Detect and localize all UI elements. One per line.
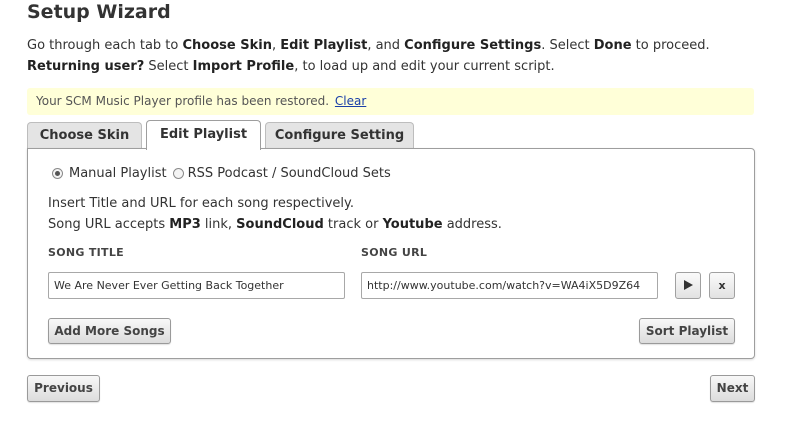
restore-notice: Your SCM Music Player profile has been r… — [27, 88, 754, 115]
song-title-input[interactable]: We Are Never Ever Getting Back Together — [48, 272, 345, 299]
tab-configure-setting[interactable]: Configure Setting — [265, 122, 414, 149]
manual-playlist-radio[interactable] — [52, 168, 63, 179]
sort-playlist-button[interactable]: Sort Playlist — [639, 318, 735, 344]
edit-playlist-panel: Manual Playlist RSS Podcast / SoundCloud … — [27, 148, 755, 359]
clear-link[interactable]: Clear — [335, 94, 366, 108]
intro-text: Go through each tab to Choose Skin, Edit… — [27, 35, 767, 77]
rss-podcast-radio[interactable] — [172, 168, 184, 179]
remove-song-button[interactable]: x — [709, 272, 735, 299]
previous-button[interactable]: Previous — [27, 375, 100, 402]
tab-edit-playlist[interactable]: Edit Playlist — [146, 120, 261, 150]
rss-podcast-label[interactable]: RSS Podcast / SoundCloud Sets — [188, 166, 391, 181]
help-line-1: Insert Title and URL for each song respe… — [48, 196, 354, 211]
playlist-type-selector: Manual Playlist RSS Podcast / SoundCloud … — [52, 166, 397, 181]
intro-line-2: Returning user? Select Import Profile, t… — [27, 59, 555, 74]
song-title-header: SONG TITLE — [48, 246, 124, 259]
intro-line-1: Go through each tab to Choose Skin, Edit… — [27, 38, 710, 53]
play-song-button[interactable] — [675, 272, 701, 299]
tab-choose-skin[interactable]: Choose Skin — [27, 122, 142, 149]
help-line-2: Song URL accepts MP3 link, SoundCloud tr… — [48, 217, 502, 232]
page-title: Setup Wizard — [27, 1, 171, 23]
play-icon — [683, 280, 693, 290]
next-button[interactable]: Next — [710, 375, 755, 402]
song-url-header: SONG URL — [361, 246, 428, 259]
notice-text: Your SCM Music Player profile has been r… — [36, 94, 330, 108]
manual-playlist-label[interactable]: Manual Playlist — [69, 166, 167, 181]
playlist-help-text: Insert Title and URL for each song respe… — [48, 193, 502, 235]
song-url-input[interactable]: http://www.youtube.com/watch?v=WA4iX5D9Z… — [361, 272, 658, 299]
add-more-songs-button[interactable]: Add More Songs — [48, 318, 171, 344]
